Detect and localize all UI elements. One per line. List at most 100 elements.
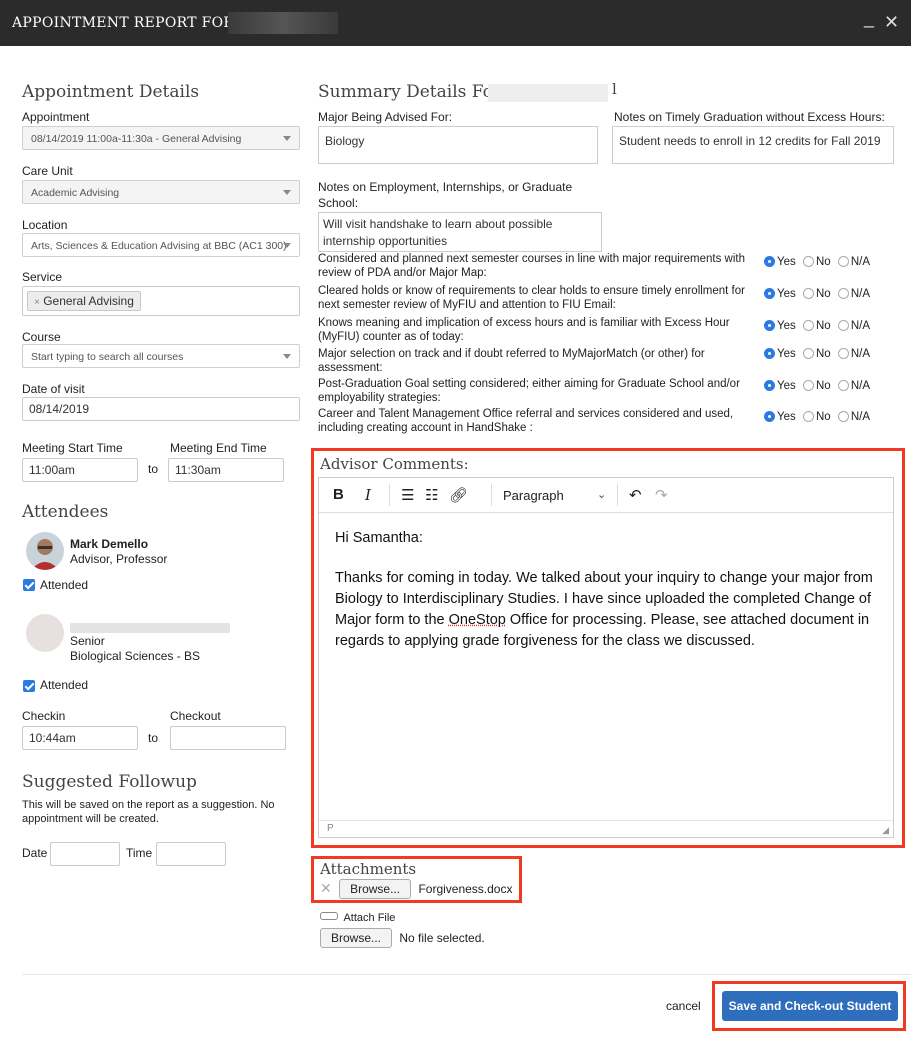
checkout-input[interactable] bbox=[170, 726, 286, 750]
editor-toolbar: B I ☰ ☷ 🔗︎ Paragraph ⌄ ↶ ↷ bbox=[319, 478, 893, 513]
undo-icon[interactable]: ↶ bbox=[629, 486, 642, 504]
radio-yes-label: Yes bbox=[777, 288, 796, 300]
attended-checkbox-advisor[interactable] bbox=[23, 579, 35, 591]
footer-divider bbox=[22, 974, 911, 975]
employment-input[interactable]: Will visit handshake to learn about poss… bbox=[318, 212, 602, 252]
question-4: Major selection on track and if doubt re… bbox=[318, 348, 705, 374]
radio-no[interactable] bbox=[802, 411, 814, 422]
course-placeholder: Start typing to search all courses bbox=[31, 351, 184, 363]
radio-na[interactable] bbox=[837, 348, 849, 359]
major-label: Major Being Advised For: bbox=[318, 110, 453, 124]
meeting-end-input[interactable]: 11:30am bbox=[168, 458, 284, 482]
paragraph-format-select[interactable]: Paragraph bbox=[503, 488, 564, 503]
minimize-icon[interactable]: _ bbox=[864, 8, 874, 29]
bullet-list-icon[interactable]: ☰ bbox=[401, 486, 414, 504]
radio-no[interactable] bbox=[802, 256, 814, 267]
care-unit-select[interactable]: Academic Advising bbox=[22, 180, 300, 204]
location-select[interactable]: Arts, Sciences & Education Advising at B… bbox=[22, 233, 300, 257]
major-input[interactable]: Biology bbox=[318, 126, 598, 164]
advisor-name: Mark Demello bbox=[70, 537, 149, 551]
remove-attachment-icon[interactable]: ✕ bbox=[320, 880, 332, 896]
question-3-radios: Yes No N/A bbox=[764, 320, 870, 332]
date-of-visit-label: Date of visit bbox=[22, 382, 85, 396]
question-2: Cleared holds or know of requirements to… bbox=[318, 285, 745, 311]
chevron-down-icon[interactable]: ⌄ bbox=[597, 488, 606, 501]
radio-no[interactable] bbox=[802, 320, 814, 331]
radio-na[interactable] bbox=[837, 380, 849, 391]
meeting-start-input[interactable]: 11:00am bbox=[22, 458, 138, 482]
editor-statusbar: P ◢ bbox=[319, 820, 893, 837]
attachment-browse-button[interactable]: Browse... bbox=[339, 879, 412, 899]
radio-no-label: No bbox=[815, 348, 831, 360]
radio-na-label: N/A bbox=[850, 411, 871, 423]
radio-no[interactable] bbox=[802, 288, 814, 299]
attended-label-student: Attended bbox=[40, 678, 89, 692]
comment-body: Thanks for coming in today. We talked ab… bbox=[335, 568, 875, 652]
location-label: Location bbox=[22, 218, 68, 232]
timely-graduation-input[interactable]: Student needs to enroll in 12 credits fo… bbox=[612, 126, 894, 164]
summary-title: Summary Details For bbox=[318, 82, 501, 102]
radio-no-label: No bbox=[815, 380, 831, 392]
bold-button[interactable]: B bbox=[333, 486, 344, 503]
numbered-list-icon[interactable]: ☷ bbox=[425, 486, 438, 504]
radio-yes-label: Yes bbox=[777, 411, 796, 423]
appointment-label: Appointment bbox=[22, 110, 90, 124]
radio-yes[interactable] bbox=[764, 320, 775, 331]
save-checkout-button[interactable]: Save and Check-out Student bbox=[722, 991, 898, 1021]
redacted-student-name bbox=[70, 623, 230, 633]
radio-yes[interactable] bbox=[764, 288, 775, 299]
date-of-visit-input[interactable]: 08/14/2019 bbox=[22, 397, 300, 421]
appointment-value: 08/14/2019 11:00a-11:30a - General Advis… bbox=[31, 133, 242, 145]
service-field[interactable]: × General Advising bbox=[22, 286, 300, 316]
attach-file-label: Attach File bbox=[343, 912, 396, 924]
resize-handle-icon[interactable]: ◢ bbox=[882, 825, 889, 836]
chevron-down-icon bbox=[283, 243, 291, 248]
appointment-details-title: Appointment Details bbox=[22, 82, 200, 102]
summary-title-suffix: l bbox=[612, 80, 617, 98]
location-value: Arts, Sciences & Education Advising at B… bbox=[31, 240, 287, 252]
redo-icon[interactable]: ↷ bbox=[655, 486, 668, 504]
editor-content[interactable]: Hi Samantha: Thanks for coming in today.… bbox=[335, 528, 875, 671]
close-icon[interactable]: ✕ bbox=[884, 12, 899, 33]
radio-no[interactable] bbox=[802, 348, 814, 359]
attachment-row: ✕ Browse... Forgiveness.docx bbox=[320, 879, 512, 899]
radio-yes[interactable] bbox=[764, 348, 775, 359]
meeting-start-label: Meeting Start Time bbox=[22, 441, 123, 455]
radio-na[interactable] bbox=[837, 256, 849, 267]
radio-na[interactable] bbox=[837, 320, 849, 331]
link-icon[interactable]: 🔗︎ bbox=[449, 486, 468, 504]
advisor-comments-title: Advisor Comments: bbox=[320, 455, 469, 473]
attach-browse-button[interactable]: Browse... bbox=[320, 928, 393, 948]
appointment-select[interactable]: 08/14/2019 11:00a-11:30a - General Advis… bbox=[22, 126, 300, 150]
radio-yes[interactable] bbox=[764, 411, 775, 422]
checkin-input[interactable]: 10:44am bbox=[22, 726, 138, 750]
radio-yes[interactable] bbox=[764, 380, 775, 391]
radio-yes[interactable] bbox=[764, 256, 775, 267]
attended-label-advisor: Attended bbox=[40, 578, 89, 592]
toolbar-divider bbox=[617, 484, 618, 506]
attendees-title: Attendees bbox=[22, 502, 109, 522]
question-5: Post-Graduation Goal setting considered;… bbox=[318, 378, 740, 404]
radio-no[interactable] bbox=[802, 380, 814, 391]
toolbar-divider bbox=[389, 484, 390, 506]
question-6-radios: Yes No N/A bbox=[764, 411, 870, 423]
to-label: to bbox=[148, 731, 159, 745]
radio-na[interactable] bbox=[837, 288, 849, 299]
meeting-end-label: Meeting End Time bbox=[170, 441, 267, 455]
cancel-link[interactable]: cancel bbox=[666, 999, 701, 1013]
radio-na[interactable] bbox=[837, 411, 849, 422]
followup-date-input[interactable] bbox=[50, 842, 120, 866]
chevron-down-icon bbox=[283, 190, 291, 195]
radio-na-label: N/A bbox=[850, 256, 871, 268]
employment-label: Notes on Employment, Internships, or Gra… bbox=[318, 180, 573, 210]
course-select[interactable]: Start typing to search all courses bbox=[22, 344, 300, 368]
remove-tag-icon[interactable]: × bbox=[34, 297, 40, 308]
italic-button[interactable]: I bbox=[365, 486, 371, 504]
question-2-radios: Yes No N/A bbox=[764, 288, 870, 300]
attended-checkbox-student[interactable] bbox=[23, 680, 35, 692]
question-4-radios: Yes No N/A bbox=[764, 348, 870, 360]
care-unit-value: Academic Advising bbox=[31, 187, 120, 199]
service-tag-label: General Advising bbox=[43, 294, 134, 308]
rich-text-editor[interactable]: B I ☰ ☷ 🔗︎ Paragraph ⌄ ↶ ↷ Hi Samantha: … bbox=[318, 477, 894, 838]
followup-time-input[interactable] bbox=[156, 842, 226, 866]
